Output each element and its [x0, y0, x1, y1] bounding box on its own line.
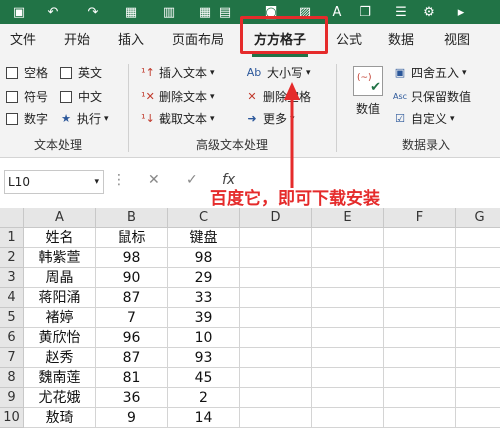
table-cell[interactable] [240, 268, 312, 288]
table-cell[interactable] [312, 248, 384, 268]
table-cell[interactable]: 姓名 [24, 228, 96, 248]
table-cell[interactable] [384, 228, 456, 248]
table-cell[interactable]: 键盘 [168, 228, 240, 248]
table-cell[interactable]: 尤花娥 [24, 388, 96, 408]
table-cell[interactable]: 36 [96, 388, 168, 408]
column-header[interactable]: G [456, 208, 500, 228]
table-cell[interactable]: 93 [168, 348, 240, 368]
table-cell[interactable] [240, 328, 312, 348]
table-cell[interactable]: 90 [96, 268, 168, 288]
table-cell[interactable]: 96 [96, 328, 168, 348]
column-header[interactable]: A [24, 208, 96, 228]
table-cell[interactable] [240, 248, 312, 268]
table-cell[interactable] [240, 348, 312, 368]
table-cell[interactable]: 周晶 [24, 268, 96, 288]
table-cell[interactable] [312, 408, 384, 428]
table-cell[interactable] [456, 348, 500, 368]
row-header[interactable]: 5 [0, 308, 24, 328]
table-cell[interactable]: 蒋阳涌 [24, 288, 96, 308]
table-cell[interactable] [312, 328, 384, 348]
row-header[interactable]: 3 [0, 268, 24, 288]
table-cell[interactable]: 9 [96, 408, 168, 428]
table-cell[interactable]: 81 [96, 368, 168, 388]
table-cell[interactable] [240, 288, 312, 308]
select-all-corner[interactable] [0, 208, 24, 228]
table-cell[interactable] [384, 268, 456, 288]
table-cell[interactable] [240, 408, 312, 428]
table-cell[interactable] [384, 368, 456, 388]
table-cell[interactable]: 赵秀 [24, 348, 96, 368]
table-cell[interactable] [312, 388, 384, 408]
table-cell[interactable] [312, 348, 384, 368]
annotation-text: 百度它，即可下载安装 [210, 189, 380, 209]
table-cell[interactable] [384, 388, 456, 408]
table-cell[interactable] [312, 288, 384, 308]
table-cell[interactable] [384, 248, 456, 268]
row-header[interactable]: 8 [0, 368, 24, 388]
table-cell[interactable] [312, 228, 384, 248]
table-cell[interactable]: 敖琦 [24, 408, 96, 428]
table-cell[interactable] [384, 408, 456, 428]
table-cell[interactable] [456, 308, 500, 328]
table-cell[interactable] [384, 328, 456, 348]
table-cell[interactable]: 45 [168, 368, 240, 388]
table-cell[interactable] [456, 328, 500, 348]
column-header[interactable]: C [168, 208, 240, 228]
table-cell[interactable]: 鼠标 [96, 228, 168, 248]
table-cell[interactable] [456, 268, 500, 288]
table-cell[interactable]: 魏南莲 [24, 368, 96, 388]
table-cell[interactable]: 33 [168, 288, 240, 308]
column-header[interactable]: D [240, 208, 312, 228]
table-cell[interactable] [384, 348, 456, 368]
table-cell[interactable]: 韩紫萱 [24, 248, 96, 268]
table-cell[interactable] [456, 368, 500, 388]
table-cell[interactable] [456, 248, 500, 268]
row-header[interactable]: 7 [0, 348, 24, 368]
column-header[interactable]: F [384, 208, 456, 228]
table-cell[interactable] [456, 228, 500, 248]
row-header[interactable]: 6 [0, 328, 24, 348]
table-cell[interactable] [312, 268, 384, 288]
table-cell[interactable] [456, 388, 500, 408]
table-cell[interactable]: 29 [168, 268, 240, 288]
table-cell[interactable]: 98 [168, 248, 240, 268]
spreadsheet-grid: A B C D E F G 1 姓名 鼠标 键盘 2 韩紫萱 98 98 3 周晶 90 29 4 蒋阳涌 87 33 5 褚婷… [0, 208, 500, 428]
row-header[interactable]: 2 [0, 248, 24, 268]
row-header[interactable]: 1 [0, 228, 24, 248]
table-cell[interactable] [456, 408, 500, 428]
row-header[interactable]: 4 [0, 288, 24, 308]
table-cell[interactable] [240, 388, 312, 408]
table-cell[interactable] [240, 368, 312, 388]
row-header[interactable]: 10 [0, 408, 24, 428]
table-cell[interactable]: 褚婷 [24, 308, 96, 328]
table-cell[interactable]: 7 [96, 308, 168, 328]
table-cell[interactable]: 10 [168, 328, 240, 348]
table-cell[interactable] [312, 308, 384, 328]
table-cell[interactable]: 87 [96, 288, 168, 308]
table-cell[interactable]: 39 [168, 308, 240, 328]
table-cell[interactable] [240, 308, 312, 328]
table-cell[interactable] [240, 228, 312, 248]
table-cell[interactable] [384, 288, 456, 308]
column-header[interactable]: B [96, 208, 168, 228]
table-cell[interactable]: 87 [96, 348, 168, 368]
row-header[interactable]: 9 [0, 388, 24, 408]
table-cell[interactable] [384, 308, 456, 328]
column-header[interactable]: E [312, 208, 384, 228]
table-cell[interactable]: 14 [168, 408, 240, 428]
table-cell[interactable] [312, 368, 384, 388]
table-cell[interactable]: 98 [96, 248, 168, 268]
table-cell[interactable]: 黄欣怡 [24, 328, 96, 348]
table-cell[interactable]: 2 [168, 388, 240, 408]
table-cell[interactable] [456, 288, 500, 308]
